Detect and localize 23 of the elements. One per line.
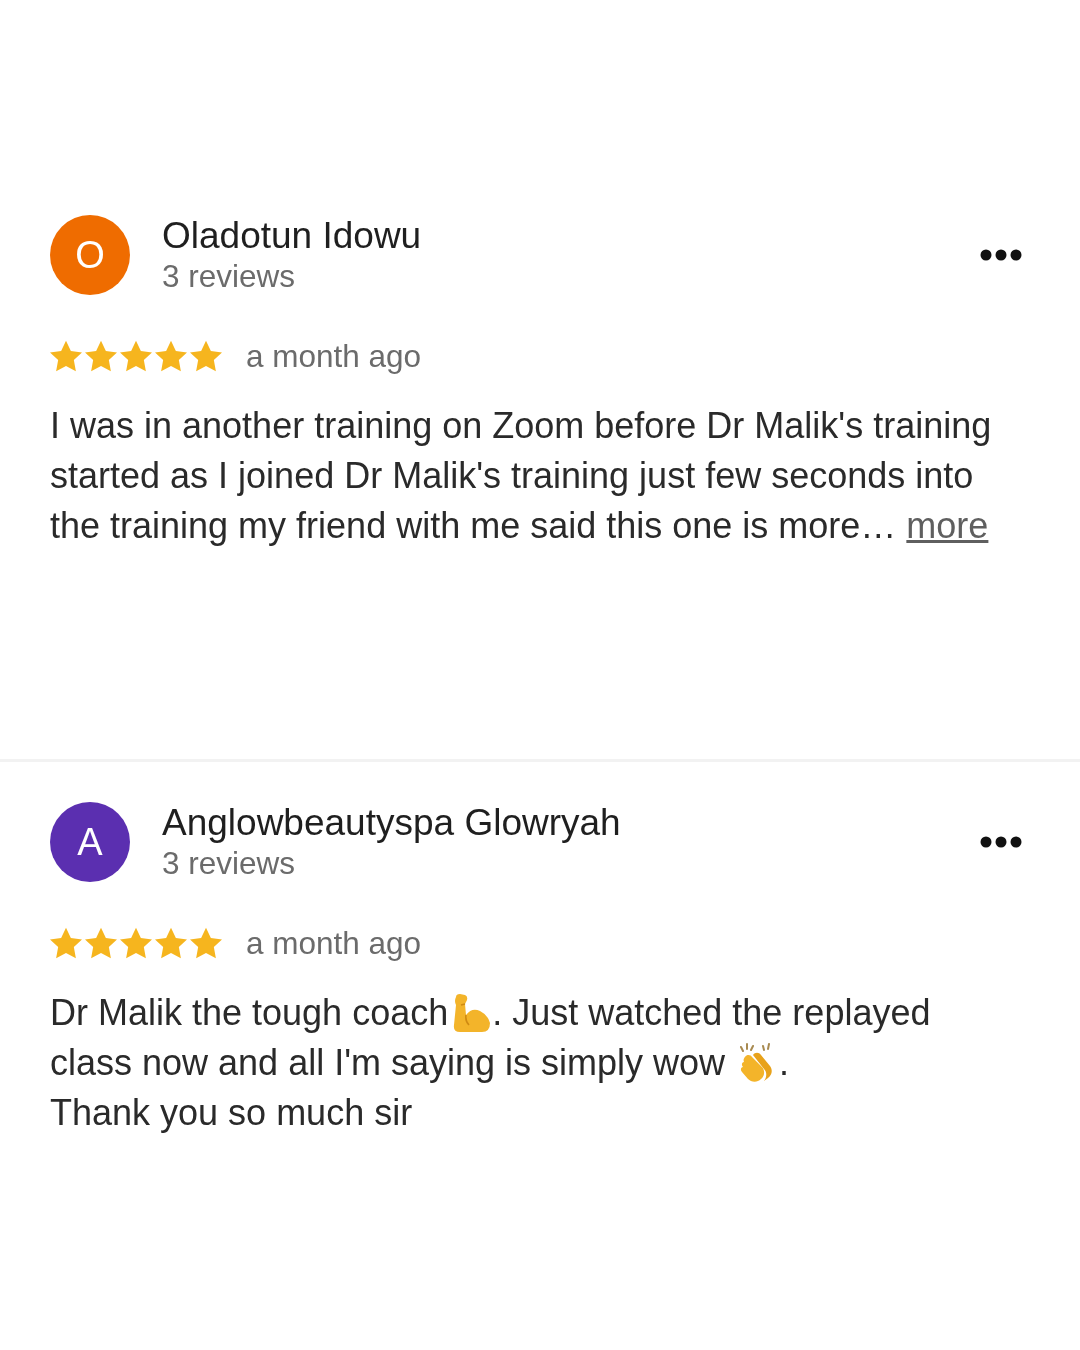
review-time: a month ago xyxy=(246,924,422,962)
star-icon xyxy=(50,340,82,372)
more-link[interactable]: more xyxy=(906,505,989,546)
review-count: 3 reviews xyxy=(162,844,296,882)
star-icon xyxy=(190,927,222,959)
review-text: I was in another training on Zoom before Dr Malik's training started as I joined Dr Malik's training just few seconds into the training my friend with me said this one is more… more xyxy=(50,404,993,548)
more-options-icon[interactable] xyxy=(980,836,1022,848)
reviewer-name: Oladotun Idowu xyxy=(162,215,422,257)
star-icon xyxy=(50,927,82,959)
avatar: O xyxy=(50,215,130,295)
star-icon xyxy=(190,340,222,372)
star-icon xyxy=(155,927,187,959)
more-options-icon[interactable] xyxy=(980,249,1022,261)
star-icon xyxy=(120,340,152,372)
star-icon xyxy=(155,340,187,372)
avatar: A xyxy=(50,802,130,882)
review-count: 3 reviews xyxy=(162,257,296,295)
review-text: Dr Malik the tough coach . Just watched the replayed class now and all I'm saying is simply wow . Thank you so much sir xyxy=(50,991,932,1135)
star-icon xyxy=(85,340,117,372)
star-icon xyxy=(85,927,117,959)
review-time: a month ago xyxy=(246,337,422,375)
star-icon xyxy=(120,927,152,959)
reviewer-name: Anglowbeautyspa Glowryah xyxy=(162,802,621,844)
